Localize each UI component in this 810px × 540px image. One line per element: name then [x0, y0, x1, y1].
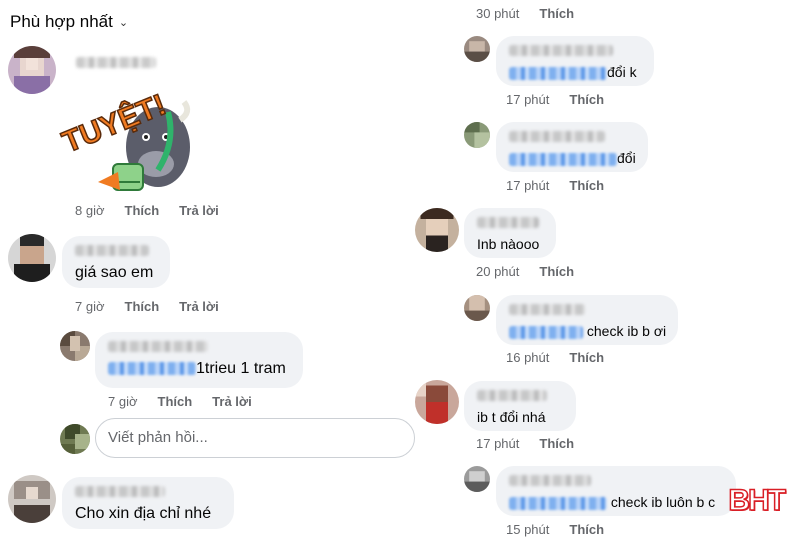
bht-watermark-logo: BHT — [728, 483, 787, 518]
like-button[interactable]: Thích — [539, 436, 574, 451]
comment-time[interactable]: 7 giờ — [108, 394, 138, 409]
tuyet-sticker: TUYỆT! — [57, 82, 198, 197]
avatar[interactable] — [8, 475, 56, 523]
comment-meta: 17 phút Thích — [506, 178, 604, 193]
sort-label: Phù hợp nhất — [10, 12, 113, 31]
comment-content: 1trieu 1 tram — [108, 359, 290, 379]
avatar[interactable] — [415, 380, 459, 424]
comment-text: đổi — [617, 150, 636, 166]
comment-time[interactable]: 17 phút — [476, 436, 519, 451]
commenter-name[interactable] — [509, 304, 585, 315]
commenter-name[interactable] — [108, 341, 208, 352]
commenter-name[interactable] — [477, 390, 547, 401]
comment-time[interactable]: 16 phút — [506, 350, 549, 365]
avatar[interactable] — [464, 295, 490, 321]
reply-input[interactable]: Viết phản hồi... — [95, 418, 415, 458]
comment-meta: 30 phút Thích — [476, 6, 574, 21]
avatar[interactable] — [60, 424, 90, 454]
avatar[interactable] — [464, 36, 490, 62]
comment-meta: 17 phút Thích — [506, 92, 604, 107]
avatar[interactable] — [464, 466, 490, 492]
like-button[interactable]: Thích — [569, 92, 604, 107]
like-button[interactable]: Thích — [539, 264, 574, 279]
comment-text: Inb nàooo — [477, 236, 540, 252]
avatar[interactable] — [415, 208, 459, 252]
avatar[interactable] — [464, 122, 490, 148]
commenter-name[interactable] — [75, 245, 149, 256]
reply-button[interactable]: Trả lời — [212, 394, 252, 409]
commenter-name[interactable] — [509, 475, 591, 486]
comment-content: check ib luôn b c — [509, 493, 723, 511]
comment-text: ib t đổi nhá — [477, 409, 546, 425]
comment-bubble: đổi — [496, 122, 648, 172]
like-button[interactable]: Thích — [125, 299, 160, 314]
mention-tag[interactable] — [509, 496, 607, 510]
comment-bubble: đổi k — [496, 36, 654, 86]
comment-text: 1trieu 1 tram — [196, 360, 286, 377]
comment-text: check ib luôn b c — [610, 494, 716, 510]
comment-time[interactable]: 8 giờ — [75, 203, 105, 218]
comment-bubble: Inb nàooo — [464, 208, 556, 258]
mention-tag[interactable] — [509, 325, 583, 339]
comment-meta: 7 giờ Thích Trả lời — [108, 394, 252, 409]
reply-button[interactable]: Trả lời — [179, 299, 219, 314]
comment-meta: 8 giờ Thích Trả lời — [75, 203, 219, 218]
commenter-name[interactable] — [509, 131, 605, 142]
comment-time[interactable]: 20 phút — [476, 264, 519, 279]
avatar[interactable] — [8, 234, 56, 282]
sort-dropdown[interactable]: Phù hợp nhất ⌄ — [10, 12, 128, 32]
commenter-name[interactable] — [477, 217, 539, 228]
avatar[interactable] — [8, 46, 56, 94]
comment-time[interactable]: 17 phút — [506, 92, 549, 107]
comment-bubble: giá sao em — [62, 236, 170, 288]
comment-bubble: check ib luôn b c — [496, 466, 736, 516]
mention-tag[interactable] — [509, 152, 617, 166]
comment-content: đổi k — [509, 63, 641, 81]
like-button[interactable]: Thích — [125, 203, 160, 218]
comment-text: check ib b ơi — [586, 323, 667, 339]
comment-meta: 20 phút Thích — [476, 264, 574, 279]
comment-text: giá sao em — [75, 264, 154, 281]
like-button[interactable]: Thích — [569, 178, 604, 193]
comment-content: đổi — [509, 149, 636, 167]
mention-tag[interactable] — [509, 66, 607, 80]
comment-meta: 17 phút Thích — [476, 436, 574, 451]
comment-text: Cho xin địa chỉ nhé — [75, 505, 212, 522]
like-button[interactable]: Thích — [569, 350, 604, 365]
mention-tag[interactable] — [108, 362, 196, 376]
comment-text: đổi k — [607, 64, 637, 80]
comment-meta: 7 giờ Thích Trả lời — [75, 299, 219, 314]
comment-bubble: Cho xin địa chỉ nhé — [62, 477, 234, 529]
comment-bubble: 1trieu 1 tram — [95, 332, 303, 388]
comment-time[interactable]: 15 phút — [506, 522, 549, 537]
comment-content: check ib b ơi — [509, 322, 667, 340]
commenter-name[interactable] — [76, 57, 156, 68]
chevron-down-icon: ⌄ — [118, 16, 129, 29]
reply-button[interactable]: Trả lời — [179, 203, 219, 218]
comment-time[interactable]: 7 giờ — [75, 299, 105, 314]
comment-time[interactable]: 30 phút — [476, 6, 519, 21]
comment-meta: 16 phút Thích — [506, 350, 604, 365]
commenter-name[interactable] — [75, 486, 165, 497]
comment-meta: 15 phút Thích — [506, 522, 604, 537]
comment-bubble: check ib b ơi — [496, 295, 678, 345]
comment-bubble: ib t đổi nhá — [464, 381, 576, 431]
like-button[interactable]: Thích — [569, 522, 604, 537]
like-button[interactable]: Thích — [539, 6, 574, 21]
comment-time[interactable]: 17 phút — [506, 178, 549, 193]
avatar[interactable] — [60, 331, 90, 361]
like-button[interactable]: Thích — [158, 394, 193, 409]
commenter-name[interactable] — [509, 45, 613, 56]
